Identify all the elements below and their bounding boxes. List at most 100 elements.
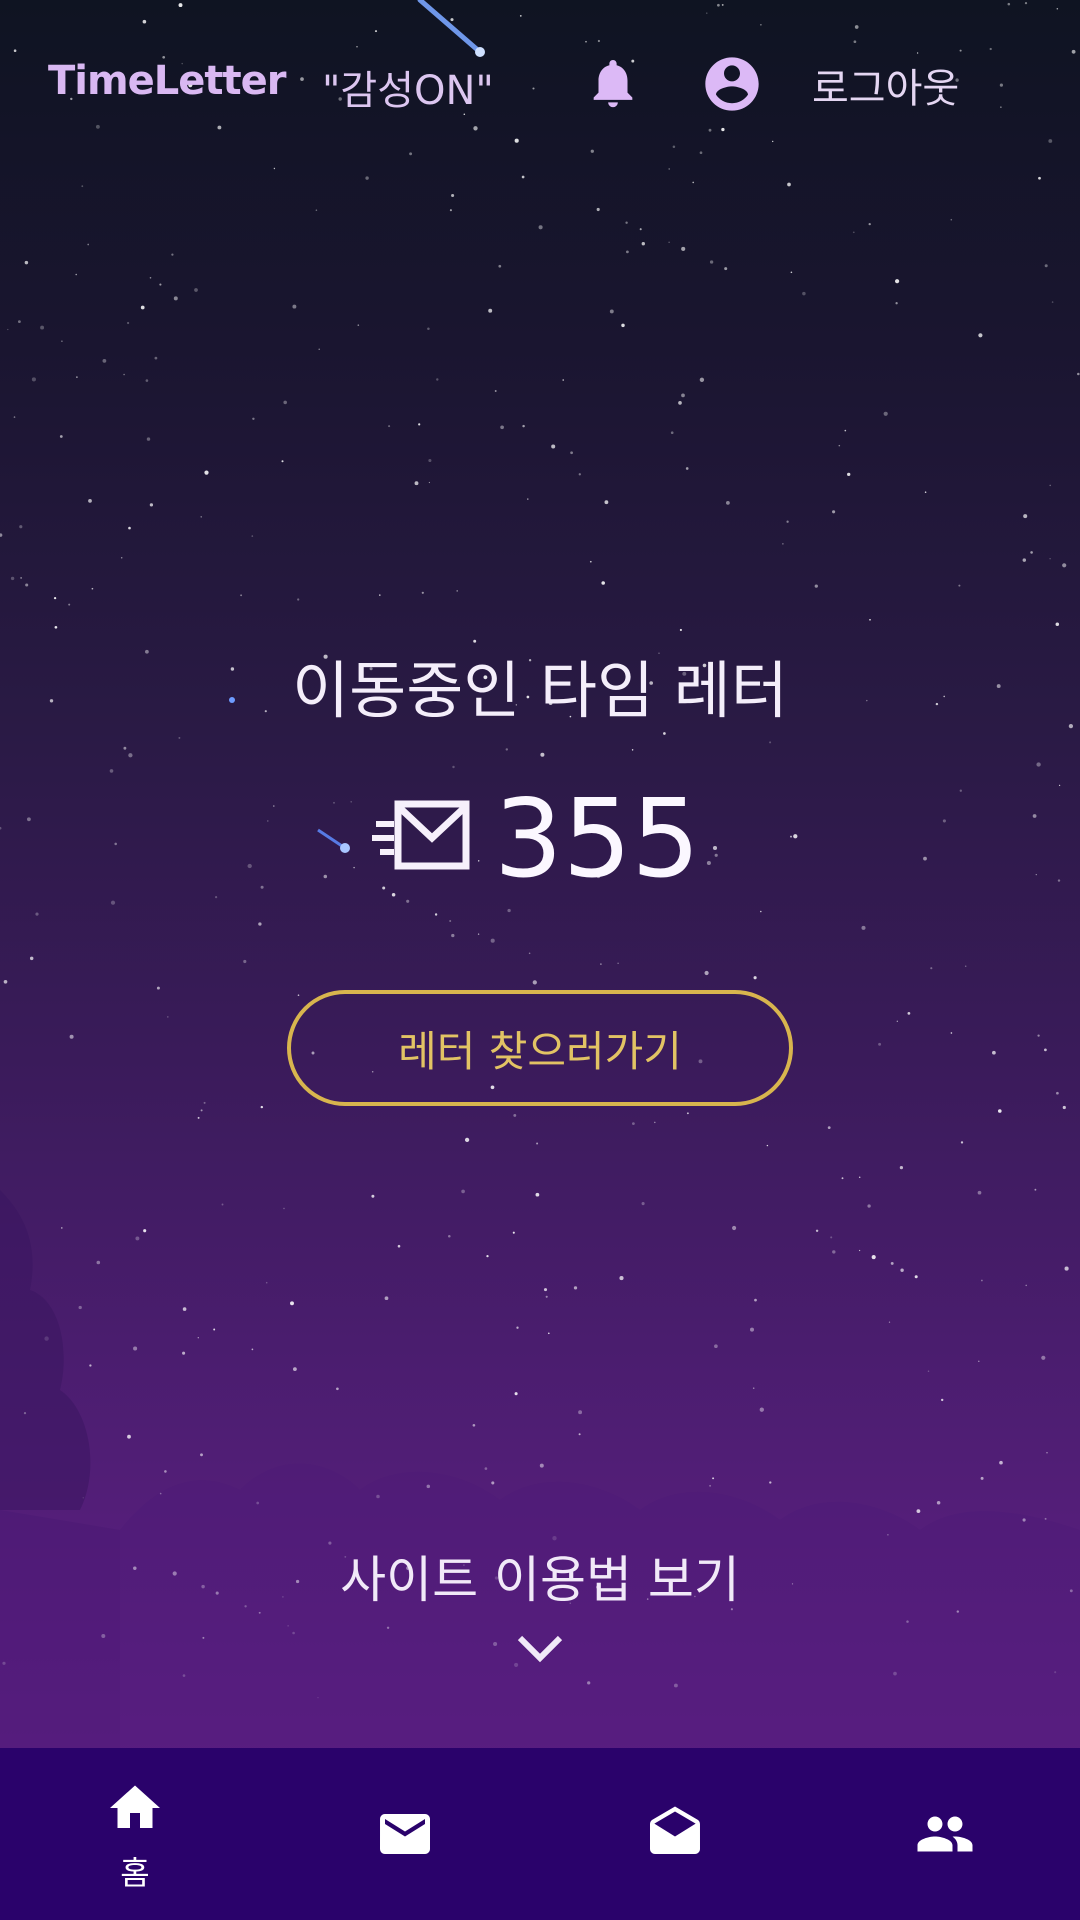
star [699, 377, 705, 382]
star [754, 1298, 757, 1302]
star [844, 429, 847, 432]
nav-open-mail[interactable] [540, 1748, 810, 1920]
star [221, 1203, 224, 1206]
star [171, 253, 174, 256]
star [493, 1641, 498, 1647]
star [654, 1121, 656, 1124]
star [906, 1620, 909, 1623]
star [663, 732, 666, 735]
star [421, 591, 424, 594]
star [194, 288, 198, 292]
star [13, 416, 16, 418]
site-guide-link[interactable]: 사이트 이용법 보기 [0, 1540, 1080, 1612]
star [18, 320, 21, 323]
star [1030, 551, 1033, 554]
star [893, 1671, 897, 1676]
star [601, 581, 605, 585]
star [619, 1276, 624, 1281]
star [182, 1307, 187, 1311]
star [456, 590, 458, 592]
star [182, 1674, 186, 1677]
star [40, 325, 45, 330]
star [371, 1194, 375, 1198]
star [573, 1286, 578, 1290]
star [814, 584, 818, 588]
star [958, 584, 961, 587]
star [528, 952, 531, 955]
star [940, 1398, 944, 1402]
star [668, 241, 670, 243]
star [838, 444, 841, 447]
star [678, 401, 682, 405]
star [213, 1328, 216, 1331]
star [960, 1141, 964, 1144]
find-letters-button[interactable]: 레터 찾으러가기 [287, 990, 793, 1106]
star [978, 1360, 980, 1363]
star [283, 1207, 285, 1210]
bell-icon[interactable] [584, 50, 642, 116]
star [895, 302, 898, 305]
star [318, 348, 320, 350]
star [964, 965, 967, 968]
star [753, 976, 757, 980]
brand-logo[interactable]: TimeLetter [48, 58, 287, 104]
star [128, 526, 131, 530]
star [200, 516, 202, 518]
star [336, 1387, 339, 1391]
star [149, 503, 154, 507]
star [578, 1433, 581, 1436]
star [578, 1410, 583, 1415]
star [596, 207, 600, 212]
star [916, 1509, 921, 1513]
star [786, 520, 789, 523]
star [426, 1484, 431, 1489]
star [61, 1227, 63, 1229]
star [133, 1346, 138, 1351]
star [477, 933, 480, 935]
fast-mail-icon [372, 800, 470, 870]
star [68, 603, 71, 606]
star [428, 481, 430, 484]
star [0, 533, 3, 537]
star [1049, 484, 1051, 487]
star [436, 378, 439, 381]
star [871, 1255, 876, 1260]
star [23, 1412, 27, 1415]
home-icon [110, 1785, 160, 1828]
star [888, 1321, 891, 1323]
nav-home[interactable]: 홈 [0, 1748, 270, 1920]
star [281, 460, 284, 463]
star [714, 1344, 718, 1349]
star [604, 500, 609, 505]
star [24, 260, 29, 265]
star [25, 583, 29, 587]
account-circle-icon[interactable] [700, 52, 764, 116]
star [832, 510, 836, 514]
star [760, 910, 762, 913]
star [89, 1364, 92, 1367]
star [109, 769, 114, 773]
nav-mail[interactable] [270, 1748, 540, 1920]
star [769, 741, 772, 744]
nav-home-label: 홈 [120, 1854, 150, 1892]
star [1041, 1355, 1046, 1360]
star [494, 390, 497, 392]
star [317, 1696, 319, 1699]
star [536, 1142, 539, 1145]
letter-count-row: 355 [0, 780, 1080, 900]
star [1054, 1671, 1057, 1674]
star [156, 986, 160, 990]
star [924, 491, 927, 493]
star [1051, 301, 1054, 303]
logout-button[interactable]: 로그아웃 [812, 56, 959, 114]
nav-people[interactable] [810, 1748, 1080, 1920]
star [626, 250, 629, 254]
star [243, 959, 247, 964]
star [388, 425, 391, 428]
star [868, 222, 871, 226]
star [3, 979, 8, 984]
star [287, 1625, 289, 1627]
star [878, 1042, 882, 1046]
star [418, 423, 421, 426]
chevron-down-icon[interactable] [516, 1632, 564, 1664]
